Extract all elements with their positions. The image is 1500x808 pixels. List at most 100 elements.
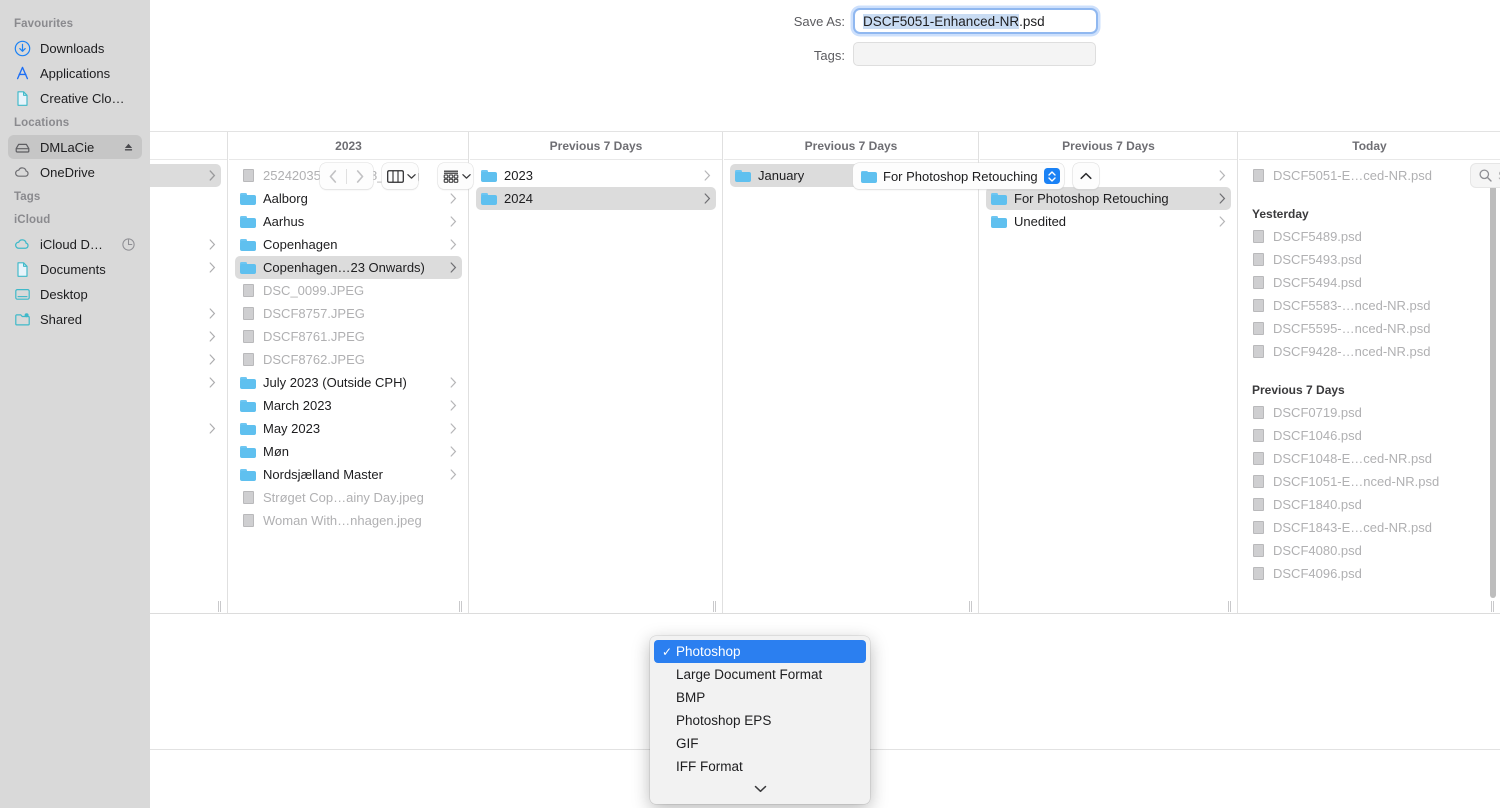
chevron-down-icon	[407, 172, 416, 181]
format-dropdown-menu[interactable]: ✓ Photoshop Large Document Format BMP Ph…	[650, 636, 870, 804]
list-item-label: January	[758, 168, 804, 183]
list-item[interactable]: 2023	[476, 164, 716, 187]
sidebar-item-documents[interactable]: Documents	[8, 257, 142, 281]
collapse-dialog-button[interactable]	[1073, 163, 1099, 189]
cloud-icon	[14, 164, 31, 181]
list-item[interactable]: Copenhagen…23 Onwards)	[235, 256, 462, 279]
checkmark-icon: ✓	[662, 645, 676, 659]
column-resize-handle[interactable]	[966, 599, 975, 613]
desktop-icon	[14, 286, 31, 303]
group-by-button[interactable]	[438, 163, 473, 189]
list-item[interactable]: DSCF1048-E…ced-NR.psd	[1245, 447, 1494, 470]
vertical-scrollbar[interactable]	[1490, 168, 1496, 598]
destination-folder-popup[interactable]: For Photoshop Retouching	[853, 163, 1064, 189]
document-icon	[14, 90, 31, 107]
sidebar-item-shared[interactable]: Shared	[8, 307, 142, 331]
menu-item-large-document-format[interactable]: Large Document Format	[654, 663, 866, 686]
column-header: 2023	[229, 132, 468, 160]
file-column-stages[interactable]: Previous 7 Days Edited For Photoshop Ret…	[980, 132, 1238, 614]
file-thumbnail-icon	[1250, 521, 1266, 535]
list-item[interactable]: DSCF0719.psd	[1245, 401, 1494, 424]
list-item[interactable]: DSCF1843-E…ced-NR.psd	[1245, 516, 1494, 539]
list-item-label: DSCF9428-…nced-NR.psd	[1273, 344, 1431, 359]
disclosure-chevron-icon	[209, 239, 216, 250]
list-item[interactable]: DSCF4080.psd	[1245, 539, 1494, 562]
list-item[interactable]: DSC_0099.JPEG	[235, 279, 462, 302]
sidebar-item-desktop[interactable]: Desktop	[8, 282, 142, 306]
list-item-label: 2023	[504, 168, 533, 183]
sync-progress-icon	[121, 237, 136, 252]
list-item[interactable]: DSCF5489.psd	[1245, 225, 1494, 248]
column-resize-handle[interactable]	[456, 599, 465, 613]
file-column-months[interactable]: Previous 7 Days January	[724, 132, 979, 614]
menu-scroll-down-indicator[interactable]	[650, 780, 870, 798]
tags-input[interactable]	[853, 42, 1096, 66]
list-item[interactable]: Woman With…nhagen.jpeg	[235, 509, 462, 532]
list-item[interactable]: 2024	[476, 187, 716, 210]
column-resize-handle[interactable]	[1225, 599, 1234, 613]
list-item[interactable]: Unedited	[986, 210, 1231, 233]
list-item-label: Copenhagen…23 Onwards)	[263, 260, 425, 275]
sync-progress-icon[interactable]	[121, 237, 136, 252]
menu-item-iff-format[interactable]: IFF Format	[654, 755, 866, 778]
back-button[interactable]	[320, 163, 346, 189]
list-item[interactable]: DSCF9428-…nced-NR.psd	[1245, 340, 1494, 363]
document-icon	[14, 90, 31, 107]
list-item[interactable]: DSCF8761.JPEG	[235, 325, 462, 348]
list-item[interactable]: DSCF5051-E…ced-NR.psd	[1245, 164, 1494, 187]
list-item[interactable]: May 2023	[235, 417, 462, 440]
list-item[interactable]: DSCF1840.psd	[1245, 493, 1494, 516]
list-item[interactable]: Nordsjælland Master	[235, 463, 462, 486]
disclosure-chevron-icon	[209, 170, 216, 181]
list-item[interactable]: DSCF5583-…nced-NR.psd	[1245, 294, 1494, 317]
list-item[interactable]: DSCF1051-E…nced-NR.psd	[1245, 470, 1494, 493]
list-item-label: DSCF5051-E…ced-NR.psd	[1273, 168, 1432, 183]
forward-button[interactable]	[347, 163, 373, 189]
menu-item-photoshop[interactable]: ✓ Photoshop	[654, 640, 866, 663]
eject-icon[interactable]	[121, 140, 136, 155]
menu-item-bmp[interactable]: BMP	[654, 686, 866, 709]
sidebar-item-icloud-d[interactable]: iCloud D…	[8, 232, 142, 256]
sidebar-item-applications[interactable]: Applications	[8, 61, 142, 85]
menu-item-photoshop-eps[interactable]: Photoshop EPS	[654, 709, 866, 732]
list-item[interactable]: DSCF8757.JPEG	[235, 302, 462, 325]
save-as-input[interactable]: DSCF5051-Enhanced-NR.psd	[853, 8, 1098, 34]
list-item-label: Woman With…nhagen.jpeg	[263, 513, 422, 528]
list-item[interactable]: DSCF5595-…nced-NR.psd	[1245, 317, 1494, 340]
list-item[interactable]: DSCF4096.psd	[1245, 562, 1494, 585]
column-resize-handle[interactable]	[710, 599, 719, 613]
folder-icon	[240, 192, 256, 206]
navigation-segment	[320, 163, 373, 189]
disclosure-chevron-icon	[704, 170, 711, 181]
sidebar-item-dmlacie[interactable]: DMLaCie	[8, 135, 142, 159]
sidebar-item-creative-clo[interactable]: Creative Clo…	[8, 86, 142, 110]
list-item-label: Unedited	[1014, 214, 1066, 229]
file-column-2023[interactable]: 2023 2524203573…2d08_o.jpeg Aalborg Aarh…	[229, 132, 469, 614]
sidebar-item-label: Downloads	[40, 41, 104, 56]
column-resize-handle[interactable]	[215, 599, 224, 613]
list-item[interactable]: March 2023	[235, 394, 462, 417]
list-item[interactable]: For Photoshop Retouching	[986, 187, 1231, 210]
sidebar-item-onedrive[interactable]: OneDrive	[8, 160, 142, 184]
file-column-files[interactable]: Today DSCF5051-E…ced-NR.psd Yesterday DS…	[1239, 132, 1500, 614]
list-item[interactable]: Aalborg	[235, 187, 462, 210]
list-item[interactable]: Strøget Cop…ainy Day.jpeg	[235, 486, 462, 509]
list-item[interactable]: DSCF8762.JPEG	[235, 348, 462, 371]
list-item[interactable]: DSCF1046.psd	[1245, 424, 1494, 447]
sidebar-item-downloads[interactable]: Downloads	[8, 36, 142, 60]
file-column-years[interactable]: Previous 7 Days 2023 2024	[470, 132, 723, 614]
disclosure-chevron-icon	[704, 193, 711, 204]
column-resize-handle[interactable]	[1488, 599, 1497, 613]
list-item[interactable]: DSCF5493.psd	[1245, 248, 1494, 271]
file-thumbnail-icon	[240, 491, 256, 505]
menu-item-gif[interactable]: GIF	[654, 732, 866, 755]
list-item[interactable]: Copenhagen	[235, 233, 462, 256]
menu-item-label: Photoshop	[676, 644, 741, 659]
search-input[interactable]: Search	[1470, 163, 1500, 188]
list-item[interactable]: Aarhus	[235, 210, 462, 233]
list-item[interactable]: DSCF5494.psd	[1245, 271, 1494, 294]
list-item[interactable]: July 2023 (Outside CPH)	[235, 371, 462, 394]
list-item[interactable]: Møn	[235, 440, 462, 463]
list-item-label: Nordsjælland Master	[263, 467, 383, 482]
view-mode-button[interactable]	[382, 163, 418, 189]
